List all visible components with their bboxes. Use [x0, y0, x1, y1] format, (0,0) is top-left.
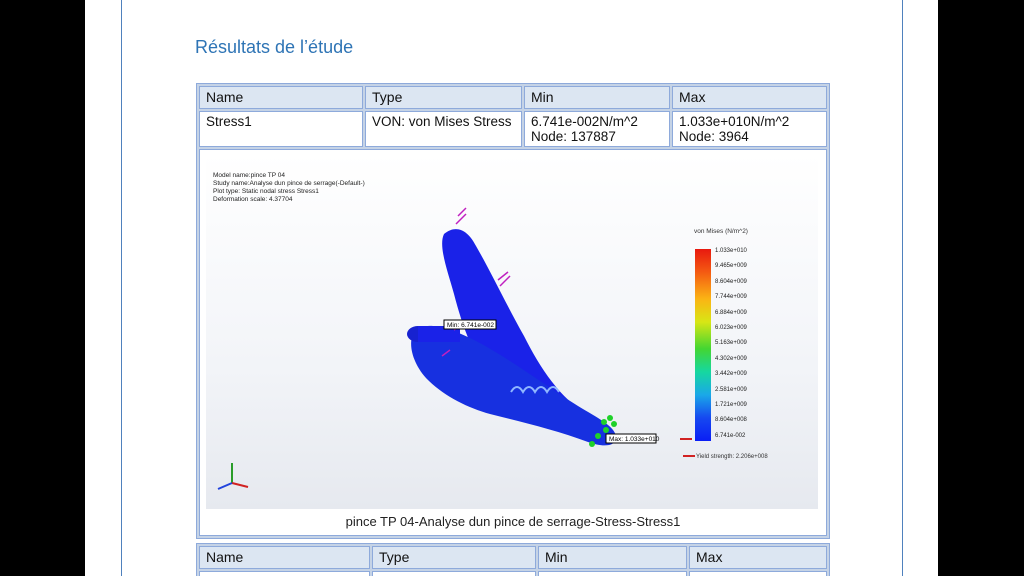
header-min: Min	[538, 546, 687, 569]
header-max: Max	[672, 86, 827, 109]
min-marker-arrow	[680, 438, 692, 440]
tick-label: 5.163e+009	[715, 340, 747, 347]
max-node: Node: 3964	[679, 129, 749, 144]
tick-label: 7.744e+009	[715, 294, 747, 301]
svg-text:Min: 6.741e-002: Min: 6.741e-002	[447, 322, 494, 329]
table-row	[199, 571, 827, 576]
section-heading: Résultats de l’étude	[195, 37, 354, 57]
header-type: Type	[372, 546, 536, 569]
axis-triad	[217, 463, 249, 490]
tick-label: 1.721e+009	[715, 402, 747, 409]
tick-label: 1.033e+010	[715, 248, 747, 254]
table-row: Stress1 VON: von Mises Stress 6.741e-002…	[199, 111, 827, 147]
cell-name: Stress1	[199, 111, 363, 147]
max-probe-label: Max: 1.033e+010	[605, 433, 660, 444]
table-header-row: Name Type Min Max	[199, 86, 827, 109]
figure-row: Model name:pince TP 04 Study name:Analys…	[199, 149, 827, 536]
color-scale-bar	[695, 249, 711, 441]
header-max: Max	[689, 546, 827, 569]
header-name: Name	[199, 86, 363, 109]
header-min: Min	[524, 86, 670, 109]
header-type: Type	[365, 86, 522, 109]
tick-label: 3.442e+009	[715, 371, 747, 378]
min-value: 6.741e-002N/m^2	[531, 114, 638, 129]
tick-label: 2.581e+009	[715, 386, 747, 393]
tick-label: 8.604e+009	[715, 278, 747, 285]
svg-text:Max: 1.033e+010: Max: 1.033e+010	[609, 436, 660, 443]
yield-strength: Yield strength: 2.206e+008	[696, 454, 768, 460]
document-page: Résultats de l’étude Name Type Min Max S…	[85, 0, 938, 576]
table-header-row: Name Type Min Max	[199, 546, 827, 569]
tick-label: 6.741e-002	[715, 432, 746, 439]
figure-cell: Model name:pince TP 04 Study name:Analys…	[199, 149, 827, 536]
cell-min: 6.741e-002N/m^2 Node: 137887	[524, 111, 670, 147]
cell-min	[538, 571, 687, 576]
legend-ticks: 1.033e+010 9.465e+009 8.604e+009 7.744e+…	[715, 244, 747, 444]
tick-label: 6.884e+009	[715, 309, 747, 316]
header-name: Name	[199, 546, 370, 569]
stress-plot-image: Model name:pince TP 04 Study name:Analys…	[206, 154, 818, 509]
clamp-model-render: Min: 6.741e-002 Max: 1.033e+010	[407, 207, 660, 447]
cell-name	[199, 571, 370, 576]
figure-caption: pince TP 04-Analyse dun pince de serrage…	[345, 514, 681, 529]
max-value: 1.033e+010N/m^2	[679, 114, 790, 129]
results-table-displacement: Name Type Min Max	[196, 543, 830, 576]
legend-title: von Mises (N/m^2)	[694, 228, 748, 235]
min-probe-label: Min: 6.741e-002	[443, 319, 497, 330]
cell-type: VON: von Mises Stress	[365, 111, 522, 147]
tick-label: 6.023e+009	[715, 325, 747, 332]
results-table-stress: Name Type Min Max Stress1 VON: von Mises…	[196, 83, 830, 539]
tick-label: 8.604e+008	[715, 417, 747, 424]
cell-max	[689, 571, 827, 576]
min-node: Node: 137887	[531, 129, 616, 144]
yield-arrow	[683, 455, 695, 457]
cell-type	[372, 571, 536, 576]
cell-max: 1.033e+010N/m^2 Node: 3964	[672, 111, 827, 147]
tick-label: 4.302e+009	[715, 355, 747, 362]
tick-label: 9.465e+009	[715, 263, 747, 270]
